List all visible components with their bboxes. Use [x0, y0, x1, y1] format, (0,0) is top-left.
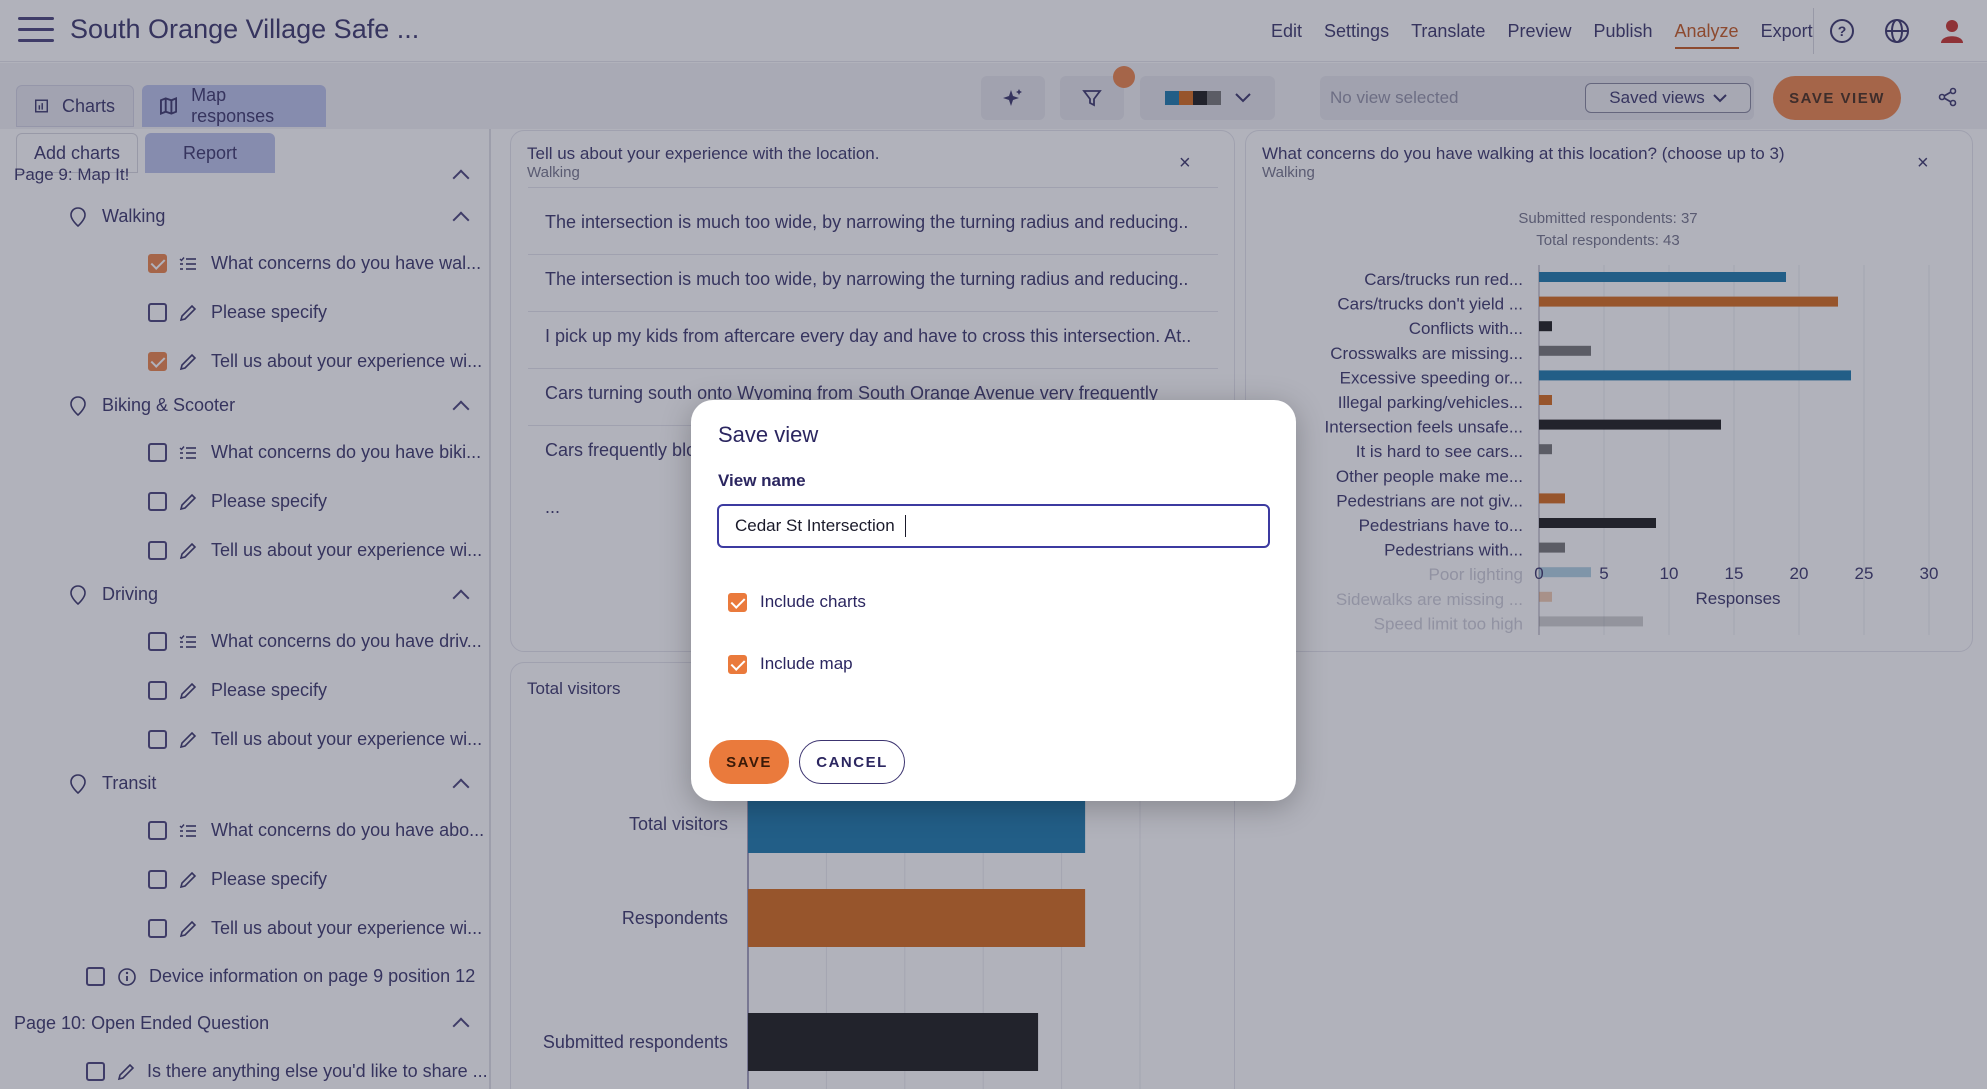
view-name-input[interactable]: Cedar St Intersection — [717, 504, 1270, 548]
view-name-value: Cedar St Intersection — [735, 516, 895, 535]
include-charts-row[interactable]: Include charts — [728, 592, 866, 612]
view-name-label: View name — [718, 471, 806, 490]
cancel-button[interactable]: CANCEL — [799, 740, 905, 784]
save-button[interactable]: SAVE — [709, 740, 789, 784]
include-charts-checkbox[interactable] — [728, 592, 747, 612]
include-charts-label: Include charts — [760, 592, 866, 611]
dialog-title: Save view — [718, 422, 819, 447]
save-view-dialog: Save view View name Cedar St Intersectio… — [691, 400, 1296, 801]
include-map-row[interactable]: Include map — [728, 654, 853, 674]
include-map-checkbox[interactable] — [728, 654, 747, 674]
include-map-label: Include map — [760, 654, 853, 673]
